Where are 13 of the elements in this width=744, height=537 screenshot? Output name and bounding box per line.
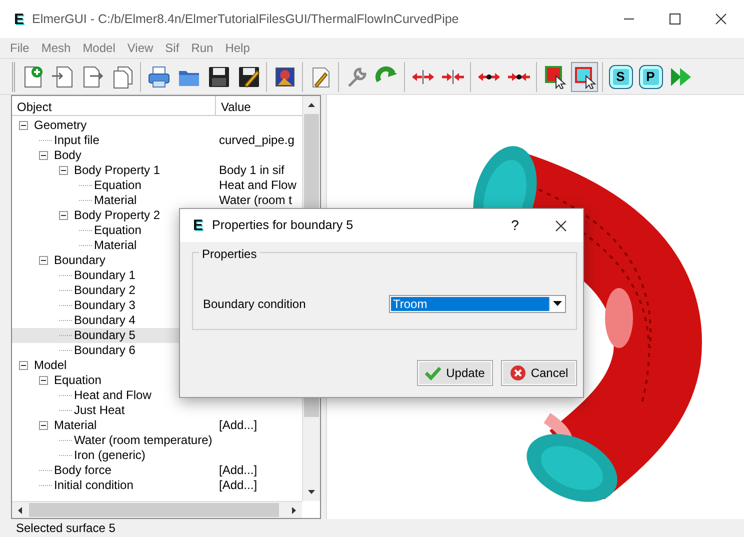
tree-value: Heat and Flow xyxy=(219,178,296,193)
tree-value: [Add...] xyxy=(219,463,258,478)
tree-value: [Add...] xyxy=(219,418,258,433)
field-label: Boundary condition xyxy=(203,296,306,313)
app-logo: E xyxy=(193,218,204,233)
tree-value: Body 1 in sif xyxy=(219,163,284,178)
tree-value: curved_pipe.g xyxy=(219,133,294,148)
tree-value: [Add...] xyxy=(219,478,258,493)
tree-value: Water (room t xyxy=(219,193,292,208)
status-text: Selected surface 5 xyxy=(15,520,116,537)
dialog-title: Properties for boundary 5 xyxy=(212,217,354,234)
window-title: ElmerGUI - C:/b/Elmer8.4n/ElmerTutorialFilesGUI/ThermalFlowInCurvedPipe xyxy=(32,10,459,28)
app-logo: E xyxy=(14,12,24,26)
